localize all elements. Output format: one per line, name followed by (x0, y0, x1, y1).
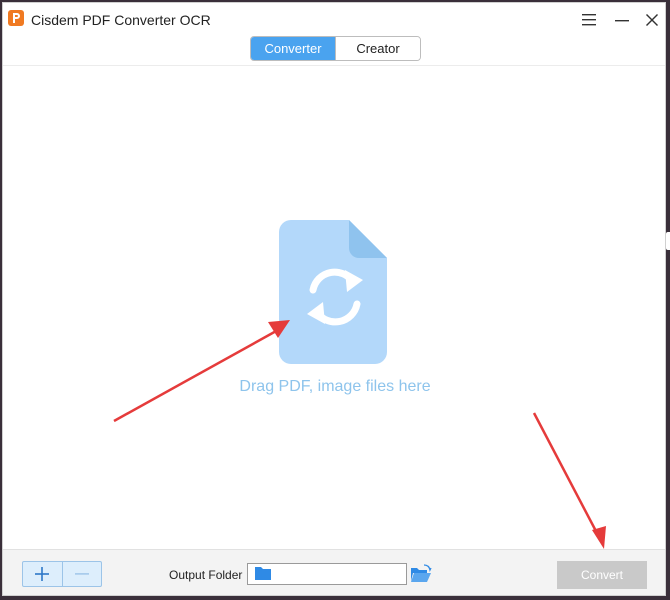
close-button[interactable] (638, 8, 665, 32)
folder-icon (255, 567, 271, 580)
app-title: Cisdem PDF Converter OCR (31, 12, 211, 28)
plus-icon (35, 567, 50, 581)
close-icon (646, 14, 658, 26)
add-file-button[interactable] (23, 562, 62, 586)
edge-handle (666, 232, 670, 250)
app-window: Cisdem PDF Converter OCR Converter Creat… (2, 2, 666, 596)
minimize-button[interactable] (608, 8, 636, 32)
tab-converter[interactable]: Converter (251, 37, 335, 60)
title-bar: Cisdem PDF Converter OCR (3, 3, 665, 37)
app-logo-icon (8, 10, 24, 26)
open-folder-icon[interactable] (410, 564, 432, 584)
bottom-toolbar: Output Folder Convert (3, 549, 665, 595)
minimize-icon (615, 20, 629, 22)
minus-icon (74, 573, 89, 575)
output-folder-field[interactable] (247, 563, 407, 585)
remove-file-button[interactable] (61, 562, 102, 586)
convert-button[interactable]: Convert (557, 561, 647, 589)
tab-creator[interactable]: Creator (335, 37, 420, 60)
mode-tabs: Converter Creator (250, 36, 421, 61)
menu-button[interactable] (575, 8, 603, 32)
menu-icon (582, 14, 596, 26)
file-convert-icon (279, 220, 387, 364)
drop-zone-text: Drag PDF, image files here (239, 378, 431, 395)
add-remove-group (22, 561, 102, 587)
drop-zone[interactable]: Drag PDF, image files here (3, 65, 665, 549)
output-folder-label: Output Folder (169, 568, 243, 582)
